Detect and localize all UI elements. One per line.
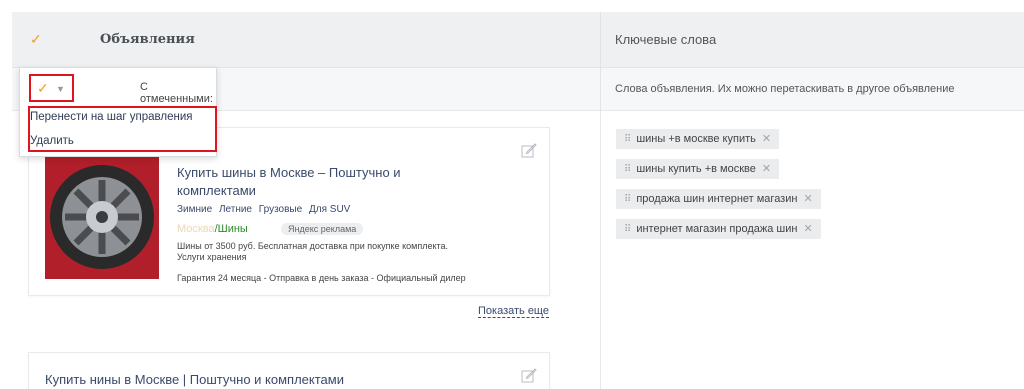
keyword-text: интернет магазин продажа шин [636, 223, 798, 235]
edit-icon[interactable] [521, 142, 537, 158]
ad-description: Шины от 3500 руб. Бесплатная доставка пр… [177, 241, 449, 262]
ad-url-path: /Шины [214, 223, 248, 235]
ad-badge: Яндекс реклама [281, 223, 364, 235]
close-icon[interactable]: ✕ [762, 163, 771, 175]
drag-handle-icon[interactable]: ⠿ [624, 134, 631, 145]
chevron-down-icon: ▼ [56, 84, 65, 94]
show-more-link[interactable]: Показать еще [478, 305, 549, 318]
keyword-chip[interactable]: ⠿ продажа шин интернет магазин ✕ [616, 189, 821, 209]
checkmark-icon: ✓ [37, 80, 49, 96]
keyword-text: продажа шин интернет магазин [636, 193, 798, 205]
drag-handle-icon[interactable]: ⠿ [624, 194, 631, 205]
column-divider [600, 68, 601, 111]
drag-handle-icon[interactable]: ⠿ [624, 224, 631, 235]
sitelink[interactable]: Зимние [177, 204, 212, 215]
ad-description-extra: Гарантия 24 месяца - Отправка в день зак… [177, 273, 466, 283]
ad-url[interactable]: Москва/Шины [177, 223, 248, 235]
table-header: ✓ Объявления Ключевые слова [12, 12, 1024, 68]
ad-card[interactable]: Купить нины в Москве | Поштучно и компле… [28, 352, 550, 389]
ads-column-title: Объявления [100, 32, 195, 47]
bulk-select-control[interactable]: ✓ ▼ [29, 74, 74, 102]
select-all-checkbox[interactable]: ✓ [30, 32, 44, 46]
sitelink[interactable]: Грузовые [259, 204, 302, 215]
column-divider [600, 12, 601, 68]
keyword-text: шины купить +в москве [636, 163, 756, 175]
tire-image [45, 154, 159, 279]
ad-url-domain: Москва [177, 223, 215, 235]
keyword-text: шины +в москве купить [636, 133, 756, 145]
keywords-column-title: Ключевые слова [615, 32, 717, 47]
keywords-hint: Слова объявления. Их можно перетаскивать… [615, 83, 955, 95]
bulk-label: С отмеченными: [140, 81, 213, 105]
drag-handle-icon[interactable]: ⠿ [624, 164, 631, 175]
keyword-chip[interactable]: ⠿ интернет магазин продажа шин ✕ [616, 219, 821, 239]
menu-item-move-to-management[interactable]: Перенести на шаг управления [30, 111, 193, 123]
close-icon[interactable]: ✕ [762, 133, 771, 145]
sitelink[interactable]: Для SUV [309, 204, 350, 215]
keyword-chip[interactable]: ⠿ шины +в москве купить ✕ [616, 129, 780, 149]
sitelink[interactable]: Летние [219, 204, 252, 215]
close-icon[interactable]: ✕ [803, 193, 812, 205]
sitelinks: Зимние Летние Грузовые Для SUV [177, 204, 354, 215]
ad-title[interactable]: Купить нины в Москве | Поштучно и компле… [45, 371, 465, 389]
ad-title[interactable]: Купить шины в Москве – Поштучно и компле… [177, 164, 477, 200]
keyword-chip[interactable]: ⠿ шины купить +в москве ✕ [616, 159, 780, 179]
bulk-actions-dropdown: ✓ ▼ С отмеченными: Перенести на шаг упра… [19, 67, 217, 157]
edit-icon[interactable] [521, 367, 537, 383]
menu-item-delete[interactable]: Удалить [30, 135, 74, 147]
keywords-list: ⠿ шины +в москве купить ✕ ⠿ шины купить +в … [616, 129, 821, 249]
close-icon[interactable]: ✕ [803, 223, 812, 235]
